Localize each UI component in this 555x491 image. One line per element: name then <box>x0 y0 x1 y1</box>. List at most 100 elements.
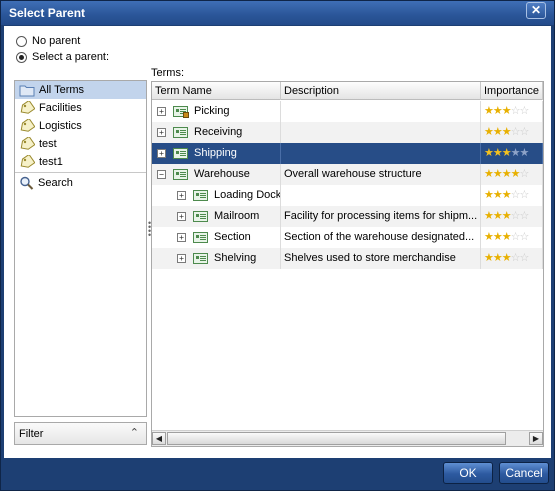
term-name-cell: + Receiving <box>152 122 281 143</box>
term-set-label: All Terms <box>39 84 85 96</box>
expand-icon[interactable]: + <box>177 233 186 242</box>
importance-rating[interactable]: ★★★☆☆ <box>481 206 543 227</box>
star-rating-icon: ★★★☆☆ <box>484 210 529 222</box>
term-set-facilities[interactable]: Facilities <box>15 99 146 117</box>
term-name: Picking <box>194 105 230 117</box>
importance-rating[interactable]: ★★★★★ <box>481 143 543 164</box>
term-name-cell: − Warehouse <box>152 164 281 185</box>
folder-icon <box>19 85 35 96</box>
term-description: Facility for processing items for shipm.… <box>281 206 481 227</box>
star-rating-icon: ★★★★★ <box>484 147 529 159</box>
term-row[interactable]: − Warehouse Overall warehouse structure ★★★… <box>152 164 543 185</box>
lock-icon <box>183 112 189 118</box>
term-set-label: test1 <box>39 156 63 168</box>
term-name: Shelving <box>214 252 257 264</box>
select-parent-radio[interactable] <box>16 51 27 63</box>
term-name-cell: + Shelving <box>152 248 281 269</box>
expand-icon[interactable]: + <box>157 107 166 116</box>
expand-icon[interactable]: + <box>157 149 166 158</box>
term-icon <box>193 232 208 243</box>
no-parent-option[interactable]: No parent <box>16 34 80 48</box>
close-button[interactable]: ✕ <box>526 2 546 19</box>
term-description <box>281 185 481 206</box>
terms-label: Terms: <box>151 67 184 79</box>
term-name: Mailroom <box>214 210 260 222</box>
term-name: Shipping <box>194 147 237 159</box>
horizontal-scrollbar[interactable]: ◀ ▶ <box>152 430 543 446</box>
importance-rating[interactable]: ★★★☆☆ <box>481 227 543 248</box>
search-icon <box>20 176 34 190</box>
filter-bar[interactable]: Filter ⌃ <box>14 422 147 445</box>
term-set-test[interactable]: test <box>15 135 146 153</box>
term-set-all-terms[interactable]: All Terms <box>15 81 146 99</box>
term-row[interactable]: + Shipping ★★★★★ <box>152 143 543 164</box>
select-parent-option[interactable]: Select a parent: <box>16 50 109 64</box>
term-name-cell: + Picking <box>152 101 281 122</box>
importance-rating[interactable]: ★★★★☆ <box>481 164 543 185</box>
star-rating-icon: ★★★☆☆ <box>484 189 529 201</box>
term-row[interactable]: + Picking ★★★☆☆ <box>152 101 543 122</box>
tag-icon <box>20 137 35 150</box>
tag-icon <box>20 101 35 114</box>
term-name: Section <box>214 231 251 243</box>
expand-icon[interactable]: + <box>157 128 166 137</box>
term-icon <box>173 148 188 159</box>
term-set-test1[interactable]: test1 <box>15 153 146 171</box>
term-icon <box>173 169 188 180</box>
scroll-thumb[interactable] <box>167 432 506 445</box>
collapse-icon[interactable]: − <box>157 170 166 179</box>
column-header-term-name[interactable]: Term Name <box>152 82 281 100</box>
no-parent-radio[interactable] <box>16 35 27 47</box>
term-name-cell: + Shipping <box>152 143 281 164</box>
tag-icon <box>20 119 35 132</box>
term-set-logistics[interactable]: Logistics <box>15 117 146 135</box>
term-row[interactable]: + Loading Dock ★★★☆☆ <box>152 185 543 206</box>
star-rating-icon: ★★★☆☆ <box>484 252 529 264</box>
column-header-importance[interactable]: Importance <box>481 82 543 100</box>
importance-rating[interactable]: ★★★☆☆ <box>481 122 543 143</box>
term-description: Shelves used to store merchandise <box>281 248 481 269</box>
term-name-cell: + Section <box>152 227 281 248</box>
term-row[interactable]: + Section Section of the warehouse designa… <box>152 227 543 248</box>
term-name: Warehouse <box>194 168 250 180</box>
term-row[interactable]: + Shelving Shelves used to store merchandi… <box>152 248 543 269</box>
terms-grid: Term Name Description Importance + Pickin… <box>151 81 544 447</box>
ok-button[interactable]: OK <box>443 462 493 484</box>
term-icon <box>193 190 208 201</box>
term-description <box>281 101 481 122</box>
expand-icon[interactable]: + <box>177 254 186 263</box>
term-row[interactable]: + Receiving ★★★☆☆ <box>152 122 543 143</box>
grid-header: Term Name Description Importance <box>152 82 543 100</box>
term-description <box>281 122 481 143</box>
term-description: Section of the warehouse designated... <box>281 227 481 248</box>
term-set-label: Facilities <box>39 102 82 114</box>
column-header-description[interactable]: Description <box>281 82 481 100</box>
search-label: Search <box>38 177 73 189</box>
search-item[interactable]: Search <box>15 174 146 192</box>
term-icon <box>173 127 188 138</box>
importance-rating[interactable]: ★★★☆☆ <box>481 185 543 206</box>
importance-rating[interactable]: ★★★☆☆ <box>481 101 543 122</box>
importance-rating[interactable]: ★★★☆☆ <box>481 248 543 269</box>
term-description <box>281 143 481 164</box>
expand-icon[interactable]: + <box>177 191 186 200</box>
scroll-left-icon[interactable]: ◀ <box>152 432 166 445</box>
star-rating-icon: ★★★★☆ <box>484 168 529 180</box>
term-name: Loading Dock <box>214 189 281 201</box>
title-bar: Select Parent ✕ <box>1 1 554 25</box>
no-parent-label: No parent <box>32 35 81 47</box>
star-rating-icon: ★★★☆☆ <box>484 105 529 117</box>
expand-icon[interactable]: + <box>177 212 186 221</box>
term-name-cell: + Loading Dock <box>152 185 281 206</box>
term-name-cell: + Mailroom <box>152 206 281 227</box>
cancel-button[interactable]: Cancel <box>499 462 549 484</box>
star-rating-icon: ★★★☆☆ <box>484 126 529 138</box>
star-rating-icon: ★★★☆☆ <box>484 231 529 243</box>
scroll-right-icon[interactable]: ▶ <box>529 432 543 445</box>
term-row[interactable]: + Mailroom Facility for processing items f… <box>152 206 543 227</box>
select-parent-label: Select a parent: <box>32 51 110 63</box>
select-parent-dialog: Select Parent ✕ No parent Select a paren… <box>0 0 555 491</box>
term-description: Overall warehouse structure <box>281 164 481 185</box>
chevron-up-icon[interactable]: ⌃ <box>130 426 139 439</box>
term-set-label: Logistics <box>39 120 82 132</box>
